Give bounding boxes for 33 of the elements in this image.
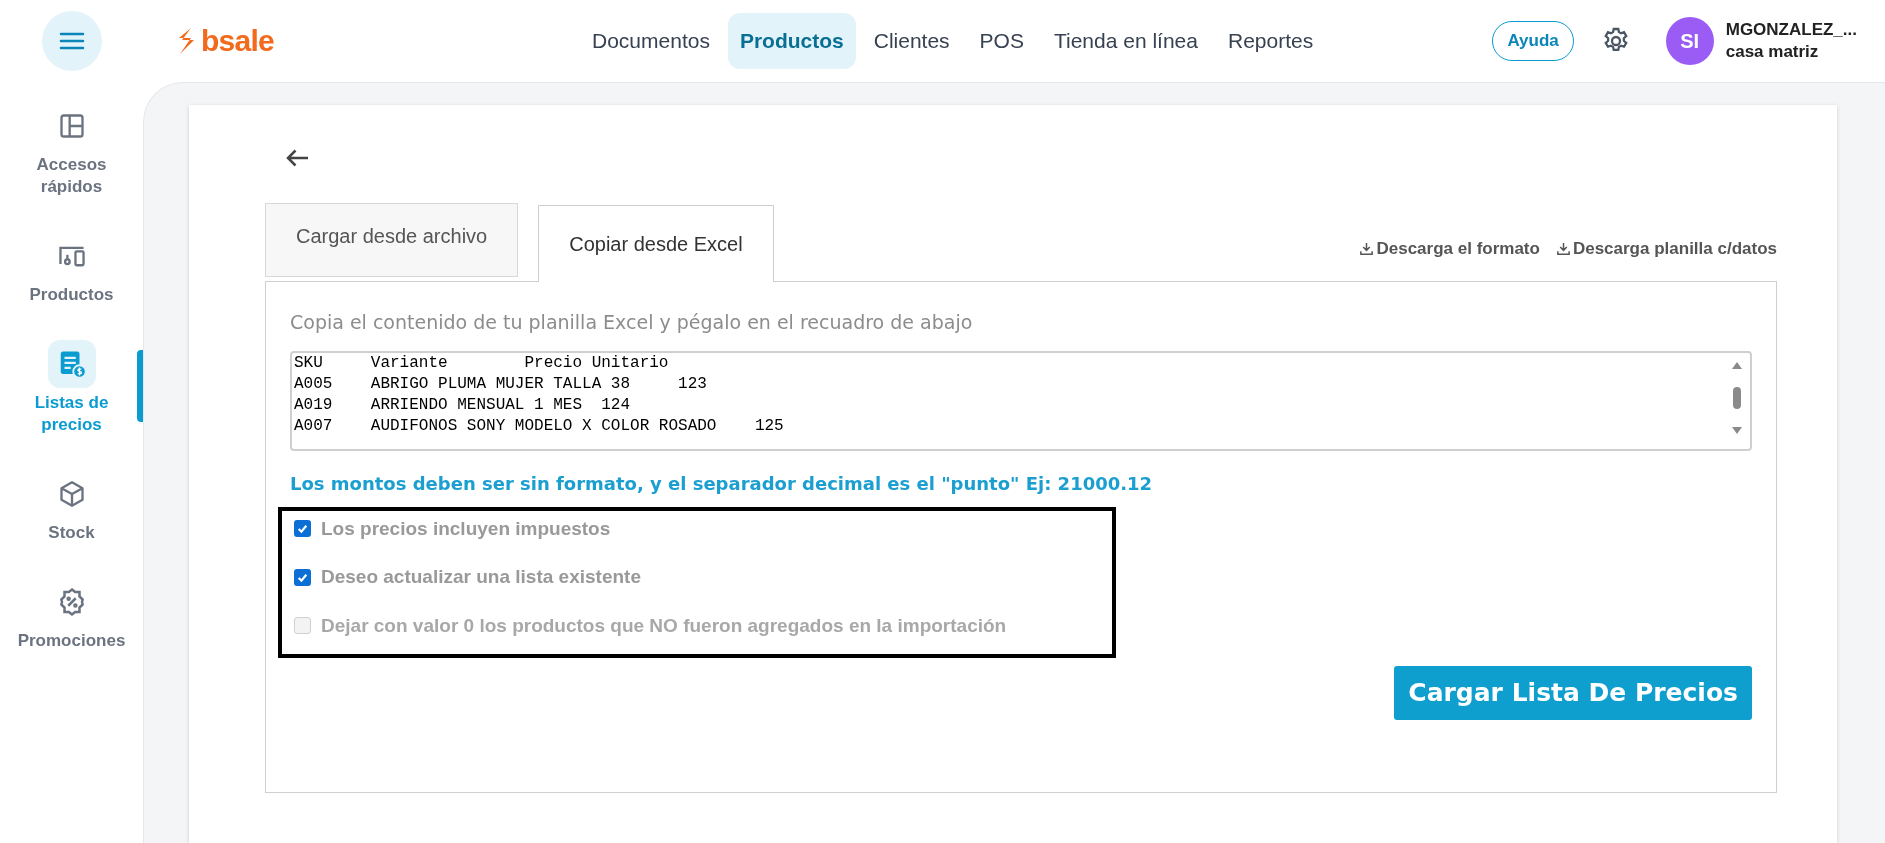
checkmark-icon (296, 522, 309, 536)
user-name: MGONZALEZ_... (1725, 19, 1857, 41)
checkbox[interactable] (294, 520, 311, 538)
logo-text: bsale (201, 26, 274, 56)
nav-link[interactable]: Reportes (1215, 13, 1326, 69)
option-label: Los precios incluyen impuestos (321, 516, 611, 541)
tab[interactable]: Cargar desde archivo (265, 203, 519, 277)
nav-link[interactable]: Clientes (861, 13, 962, 69)
box-icon (57, 480, 86, 508)
download-icon (1359, 240, 1375, 256)
download-link[interactable]: Descarga planilla c/datos (1555, 235, 1777, 261)
sidebar-item[interactable]: Accesos rápidos (11, 102, 132, 198)
tab[interactable]: Copiar desde Excel (538, 205, 774, 282)
paste-field[interactable]: SKU Variante Precio Unitario A005 ABRIGO PLUMA MUJER TALLA 38 123 A019 ARRIENDO MENSUAL 1 MES 124 A007 AUDIFONOS SONY MODELO X COLOR ROSADO 125 (290, 350, 1752, 451)
sidebar-item[interactable]: Stock (11, 470, 132, 544)
format-note: Los montos deben ser sin formato, y el separador decimal es el "punto" Ej: 21000.12 (290, 471, 1154, 496)
option-label: Deseo actualizar una lista existente (321, 565, 641, 589)
checkbox[interactable] (294, 568, 311, 586)
download-icon (1555, 240, 1571, 256)
download-link[interactable]: Descarga el formato (1359, 235, 1540, 261)
user-avatar[interactable]: SI (1665, 17, 1714, 65)
menu-icon (58, 31, 85, 51)
active-indicator (137, 350, 143, 422)
sidebar-item[interactable]: Promociones (11, 578, 132, 652)
instructions-text: Copia el contenido de tu planilla Excel y pégalo en el recuadro de abajo (290, 310, 974, 335)
nav-link[interactable]: Tienda en línea (1041, 13, 1210, 69)
layout-icon (57, 112, 86, 140)
option-label: Dejar con valor 0 los productos que NO fueron agregados en la importación (321, 613, 1007, 638)
branch-name: casa matriz (1725, 41, 1820, 63)
sidebar-item[interactable]: Productos (11, 232, 132, 306)
nav-link[interactable]: Documentos (580, 13, 722, 69)
nav-link[interactable]: Productos (727, 13, 856, 69)
nav-link[interactable]: POS (967, 13, 1036, 69)
